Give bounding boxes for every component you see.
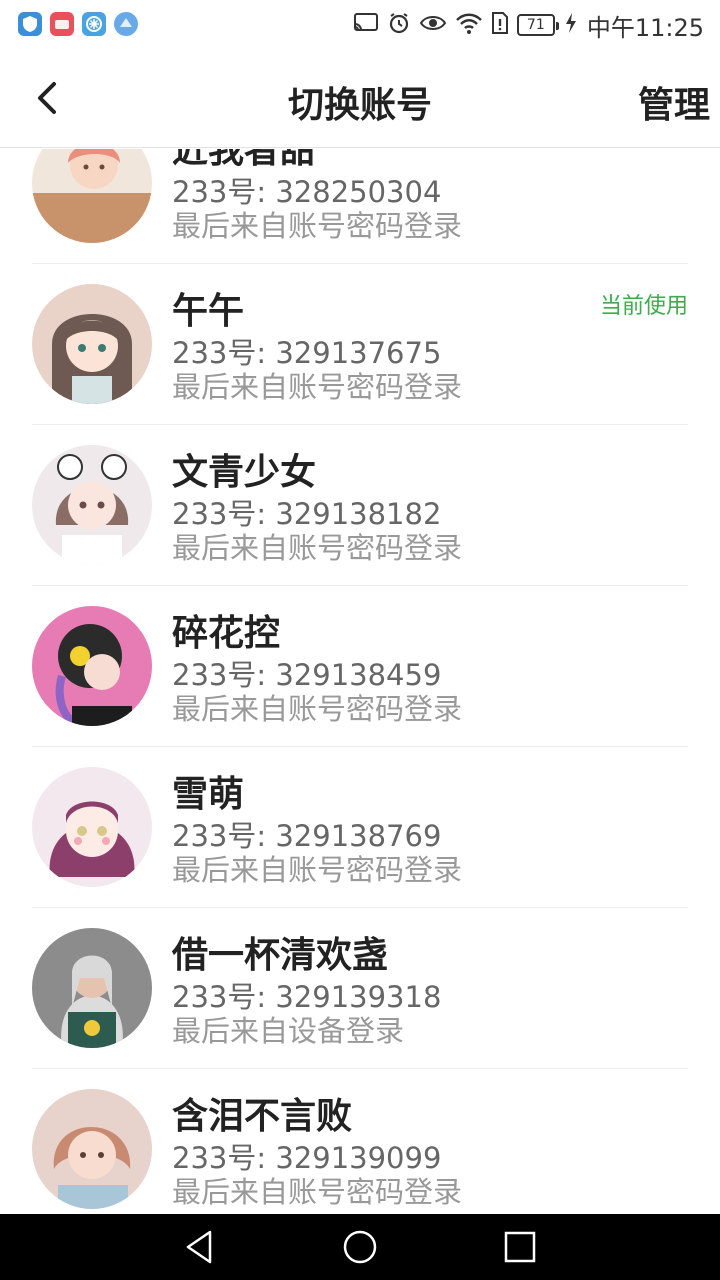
huawei-app-icon <box>50 12 74 36</box>
cast-icon <box>353 12 379 38</box>
last-login-method: 最后来自账号密码登录 <box>172 853 463 887</box>
nav-back-button[interactable] <box>180 1227 220 1267</box>
nav-recents-button[interactable] <box>500 1227 540 1267</box>
system-navigation-bar <box>0 1214 720 1280</box>
last-login-method: 最后来自账号密码登录 <box>172 1175 463 1209</box>
last-login-method: 最后来自账号密码登录 <box>172 370 463 404</box>
nav-home-button[interactable] <box>340 1227 380 1267</box>
avatar <box>32 606 152 726</box>
globe-app-icon <box>114 12 138 36</box>
last-login-method: 最后来自账号密码登录 <box>172 692 463 726</box>
notification-icons <box>18 12 138 36</box>
recents-square-icon <box>504 1231 536 1263</box>
account-item[interactable]: 借一杯清欢盏 233号: 329139318 最后来自设备登录 <box>32 908 688 1069</box>
alarm-icon <box>387 11 411 39</box>
page-title: 切换账号 <box>287 85 432 126</box>
avatar <box>32 445 152 565</box>
account-name: 雪萌 <box>172 774 245 815</box>
battery-icon: 71 <box>516 14 559 36</box>
clock: 中午11:25 <box>586 13 704 42</box>
charging-icon <box>563 11 579 39</box>
account-item[interactable]: 近我者甜 233号: 328250304 最后来自账号密码登录 <box>32 149 688 264</box>
avatar <box>32 767 152 887</box>
account-name: 午午 <box>172 291 245 332</box>
account-name: 碎花控 <box>172 613 281 654</box>
sim-icon <box>491 11 509 39</box>
back-triangle-icon <box>186 1230 212 1264</box>
home-circle-icon <box>343 1230 377 1264</box>
account-name: 文青少女 <box>172 452 317 493</box>
account-item[interactable]: 碎花控 233号: 329138459 最后来自账号密码登录 <box>32 586 688 747</box>
account-list[interactable]: 近我者甜 233号: 328250304 最后来自账号密码登录 午午 233号:… <box>0 149 720 1214</box>
account-item[interactable]: 午午 233号: 329137675 最后来自账号密码登录 当前使用 <box>32 264 688 425</box>
account-item[interactable]: 文青少女 233号: 329138182 最后来自账号密码登录 <box>32 425 688 586</box>
manage-button[interactable]: 管理 <box>638 76 710 128</box>
account-item[interactable]: 雪萌 233号: 329138769 最后来自账号密码登录 <box>32 747 688 908</box>
current-account-badge: 当前使用 <box>599 294 688 319</box>
status-bar: 71 中午11:25 <box>0 0 720 50</box>
last-login-method: 最后来自设备登录 <box>172 1014 405 1048</box>
eye-icon <box>419 12 447 38</box>
avatar <box>32 284 152 404</box>
account-name: 含泪不言败 <box>172 1096 353 1137</box>
account-name: 借一杯清欢盏 <box>172 935 389 976</box>
avatar <box>32 1089 152 1209</box>
wifi-icon <box>455 11 483 39</box>
avatar <box>32 149 152 243</box>
last-login-method: 最后来自账号密码登录 <box>172 209 463 243</box>
star-app-icon <box>82 12 106 36</box>
shield-app-icon <box>18 12 42 36</box>
avatar <box>32 928 152 1048</box>
last-login-method: 最后来自账号密码登录 <box>172 531 463 565</box>
account-item[interactable]: 含泪不言败 233号: 329139099 最后来自账号密码登录 <box>32 1069 688 1214</box>
app-header: 切换账号 管理 <box>0 50 720 148</box>
